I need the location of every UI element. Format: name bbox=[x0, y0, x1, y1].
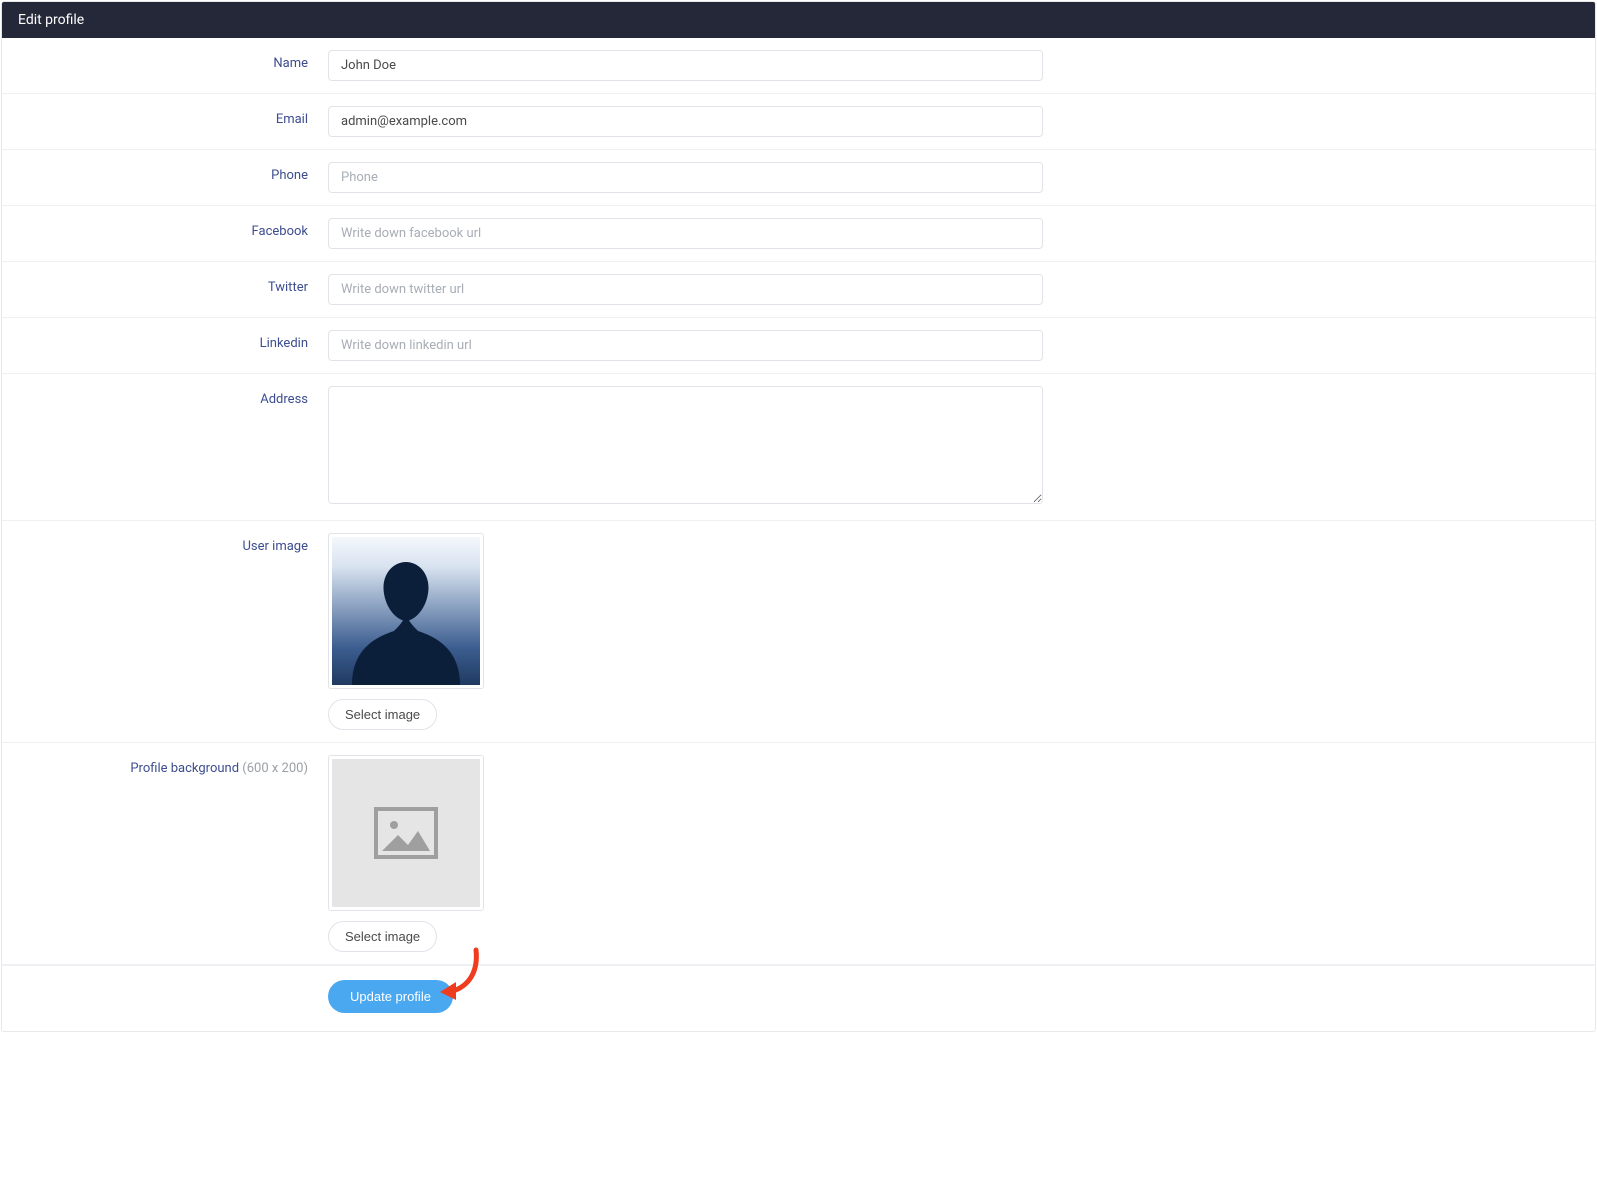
edit-profile-panel: Edit profile Name Email Phone Facebook T… bbox=[1, 1, 1596, 1032]
select-user-image-button[interactable]: Select image bbox=[328, 699, 437, 730]
name-input[interactable] bbox=[328, 50, 1043, 81]
user-image-preview bbox=[328, 533, 484, 689]
row-linkedin: Linkedin bbox=[2, 318, 1595, 374]
row-email: Email bbox=[2, 94, 1595, 150]
twitter-input[interactable] bbox=[328, 274, 1043, 305]
email-input[interactable] bbox=[328, 106, 1043, 137]
update-profile-button[interactable]: Update profile bbox=[328, 980, 453, 1013]
label-phone: Phone bbox=[2, 162, 328, 183]
image-placeholder-icon bbox=[332, 759, 480, 907]
row-submit: Update profile bbox=[2, 965, 1595, 1031]
row-twitter: Twitter bbox=[2, 262, 1595, 318]
label-linkedin: Linkedin bbox=[2, 330, 328, 351]
label-profile-background: Profile background (600 x 200) bbox=[2, 755, 328, 776]
label-email: Email bbox=[2, 106, 328, 127]
panel-header: Edit profile bbox=[2, 2, 1595, 38]
label-user-image: User image bbox=[2, 533, 328, 554]
label-facebook: Facebook bbox=[2, 218, 328, 239]
linkedin-input[interactable] bbox=[328, 330, 1043, 361]
row-phone: Phone bbox=[2, 150, 1595, 206]
label-profile-background-text: Profile background bbox=[130, 761, 242, 776]
label-name: Name bbox=[2, 50, 328, 71]
address-textarea[interactable] bbox=[328, 386, 1043, 504]
row-user-image: User image Select image bbox=[2, 521, 1595, 743]
label-address: Address bbox=[2, 386, 328, 407]
row-name: Name bbox=[2, 38, 1595, 94]
row-facebook: Facebook bbox=[2, 206, 1595, 262]
label-profile-background-hint: (600 x 200) bbox=[242, 761, 308, 776]
row-profile-background: Profile background (600 x 200) Select im… bbox=[2, 743, 1595, 965]
profile-background-preview bbox=[328, 755, 484, 911]
phone-input[interactable] bbox=[328, 162, 1043, 193]
facebook-input[interactable] bbox=[328, 218, 1043, 249]
row-address: Address bbox=[2, 374, 1595, 521]
select-background-image-button[interactable]: Select image bbox=[328, 921, 437, 952]
panel-title: Edit profile bbox=[18, 12, 84, 28]
label-twitter: Twitter bbox=[2, 274, 328, 295]
avatar-placeholder-icon bbox=[332, 537, 480, 685]
